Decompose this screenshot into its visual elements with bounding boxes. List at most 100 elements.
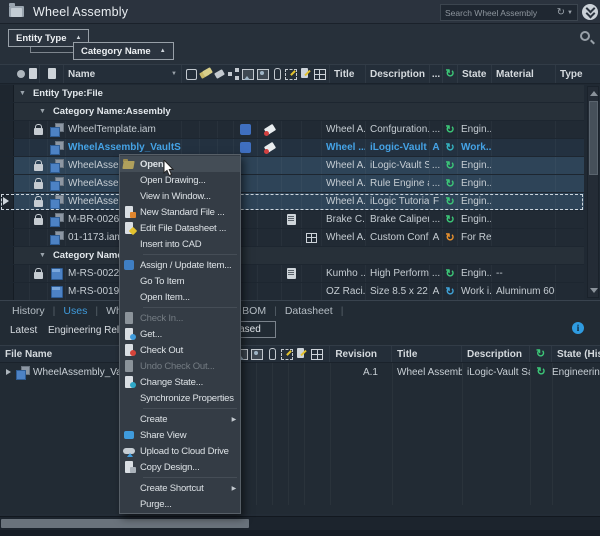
menu-item[interactable]: Copy Design...: [120, 459, 240, 475]
group-chip-category-name[interactable]: Category Name ▲: [73, 42, 174, 60]
state-refresh-icon[interactable]: ↻: [536, 348, 545, 360]
column-icon[interactable]: [285, 68, 297, 80]
menu-item[interactable]: Insert into CAD: [120, 236, 240, 252]
table-row[interactable]: M-BR-0026-A B... Brake C... Brake Calipe…: [0, 211, 584, 229]
collapse-triangle-icon[interactable]: ▼: [39, 252, 46, 259]
column-header-type[interactable]: Type: [556, 65, 600, 83]
menu-item[interactable]: Create Shortcut ▶: [120, 480, 240, 496]
menu-item[interactable]: Assign / Update Item...: [120, 257, 240, 273]
title-cell: Wheel Assembl...: [392, 363, 462, 381]
icon-columns[interactable]: [230, 346, 330, 362]
column-header-description[interactable]: Description: [366, 65, 430, 83]
menu-item[interactable]: Go To Item: [120, 273, 240, 289]
icon-columns[interactable]: [182, 65, 330, 83]
column-header-dots[interactable]: ...: [430, 65, 443, 83]
menu-item-icon: [123, 275, 136, 287]
state-refresh-icon[interactable]: ↻: [445, 68, 454, 80]
column-header-material[interactable]: Material: [492, 65, 556, 83]
menu-item-icon: [123, 238, 136, 250]
collapse-triangle-icon[interactable]: ▼: [19, 90, 26, 97]
table-row[interactable]: WheelAssembly_VaultSearch... Wheel ... i…: [0, 139, 584, 157]
column-header-state-history[interactable]: State (History): [552, 346, 600, 362]
scrollbar-thumb[interactable]: [1, 519, 249, 528]
table-row[interactable]: M-RS-0019-A O... OZ Raci... Size 8.5 x 2…: [0, 283, 584, 301]
column-icon[interactable]: [228, 68, 240, 80]
column-icon[interactable]: [251, 348, 263, 360]
column-icon[interactable]: [199, 68, 211, 80]
column-icon[interactable]: [300, 68, 312, 80]
sort-asc-icon[interactable]: ▲: [76, 35, 82, 41]
column-header-name[interactable]: Name ▼: [64, 65, 182, 83]
menu-item[interactable]: Undo Check Out...: [120, 358, 240, 374]
details-tab[interactable]: Uses: [61, 305, 89, 317]
scroll-down-icon[interactable]: [590, 288, 598, 293]
menu-item-label: Upload to Cloud Drive: [140, 446, 229, 457]
group-row-category-assembly[interactable]: ▼ Category Name:Assembly: [0, 103, 584, 121]
column-icon[interactable]: [266, 348, 278, 360]
menu-item[interactable]: Get...: [120, 326, 240, 342]
column-icon[interactable]: [296, 348, 308, 360]
column-icon[interactable]: [15, 68, 27, 80]
vault-badge-icon[interactable]: [582, 4, 598, 20]
table-row[interactable]: 01-1173.iam Wheel A... Custom Conf... A …: [0, 229, 584, 247]
column-header-title[interactable]: Title: [392, 346, 462, 362]
details-row[interactable]: WheelAssembly_VaultSearch... A.1 Wheel A…: [0, 363, 600, 381]
filter-caret-icon[interactable]: ▼: [171, 71, 177, 77]
expand-arrow-icon[interactable]: [6, 369, 11, 375]
column-header-title[interactable]: Title: [330, 65, 366, 83]
menu-item[interactable]: Open: [120, 156, 240, 172]
details-tab[interactable]: History: [10, 305, 47, 317]
tag-icon: [263, 124, 277, 136]
column-header-state[interactable]: State: [458, 65, 492, 83]
menu-item[interactable]: Edit File Datasheet ...: [120, 220, 240, 236]
menu-item-label: Synchronize Properties: [140, 393, 234, 404]
scrollbar-thumb[interactable]: [589, 101, 598, 175]
menu-item[interactable]: New Standard File ...: [120, 204, 240, 220]
table-row[interactable]: WheelAssembl... Wheel A... iLogic-Vault …: [0, 157, 584, 175]
file-icon[interactable]: [46, 68, 58, 80]
magnifier-icon[interactable]: [580, 31, 590, 41]
title-cell: Brake C...: [322, 211, 366, 228]
column-header-revision[interactable]: Revision: [330, 346, 392, 362]
menu-item[interactable]: Check Out: [120, 342, 240, 358]
search-input[interactable]: Search Wheel Assembly ↻ ▼: [440, 4, 578, 21]
column-icon[interactable]: [314, 68, 326, 80]
table-row[interactable]: M-RS-0022-A K... Kumho ... High Perform.…: [0, 265, 584, 283]
horizontal-scrollbar[interactable]: [0, 516, 600, 530]
description-cell: Rule Engine a...: [366, 175, 430, 192]
group-row-category-part[interactable]: ▼ Category Name:Part: [0, 247, 584, 265]
menu-item[interactable]: Open Item...: [120, 289, 240, 305]
menu-item[interactable]: Purge...: [120, 496, 240, 512]
sort-asc-icon[interactable]: ▲: [160, 48, 166, 54]
search-caret-icon[interactable]: ▼: [567, 10, 573, 16]
info-icon[interactable]: i: [572, 322, 584, 334]
version-filter-latest[interactable]: Latest: [10, 325, 37, 336]
menu-item[interactable]: View in Window...: [120, 188, 240, 204]
table-row[interactable]: WheelAssembl... Wheel A... Rule Engine a…: [0, 175, 584, 193]
column-icon[interactable]: [242, 68, 254, 80]
table-row[interactable]: WheelTemplate.iam Wheel A... Confguratio…: [0, 121, 584, 139]
menu-item[interactable]: Open Drawing...: [120, 172, 240, 188]
column-header-description[interactable]: Description: [462, 346, 530, 362]
vertical-scrollbar[interactable]: [587, 86, 599, 298]
menu-item[interactable]: Create ▶: [120, 411, 240, 427]
column-icon[interactable]: [281, 348, 293, 360]
table-row[interactable]: WheelAssembl... Wheel A... iLogic Tutori…: [0, 193, 584, 211]
collapse-triangle-icon[interactable]: ▼: [39, 108, 46, 115]
column-icon[interactable]: [214, 68, 226, 80]
column-icon[interactable]: [271, 68, 283, 80]
menu-item[interactable]: Share View: [120, 427, 240, 443]
column-icon[interactable]: [257, 68, 269, 80]
menu-item[interactable]: Check In...: [120, 310, 240, 326]
column-icon[interactable]: [27, 68, 39, 80]
details-tab[interactable]: Datasheet: [283, 305, 335, 317]
search-scope-icon[interactable]: ↻: [557, 7, 565, 18]
revision-cell: ...: [430, 175, 443, 192]
column-icon[interactable]: [185, 68, 197, 80]
scroll-up-icon[interactable]: [590, 91, 598, 96]
menu-item[interactable]: Upload to Cloud Drive: [120, 443, 240, 459]
column-icon[interactable]: [311, 348, 323, 360]
menu-item[interactable]: Synchronize Properties: [120, 390, 240, 406]
menu-item[interactable]: Change State...: [120, 374, 240, 390]
group-row-entity-type[interactable]: ▼ Entity Type:File: [0, 85, 584, 103]
